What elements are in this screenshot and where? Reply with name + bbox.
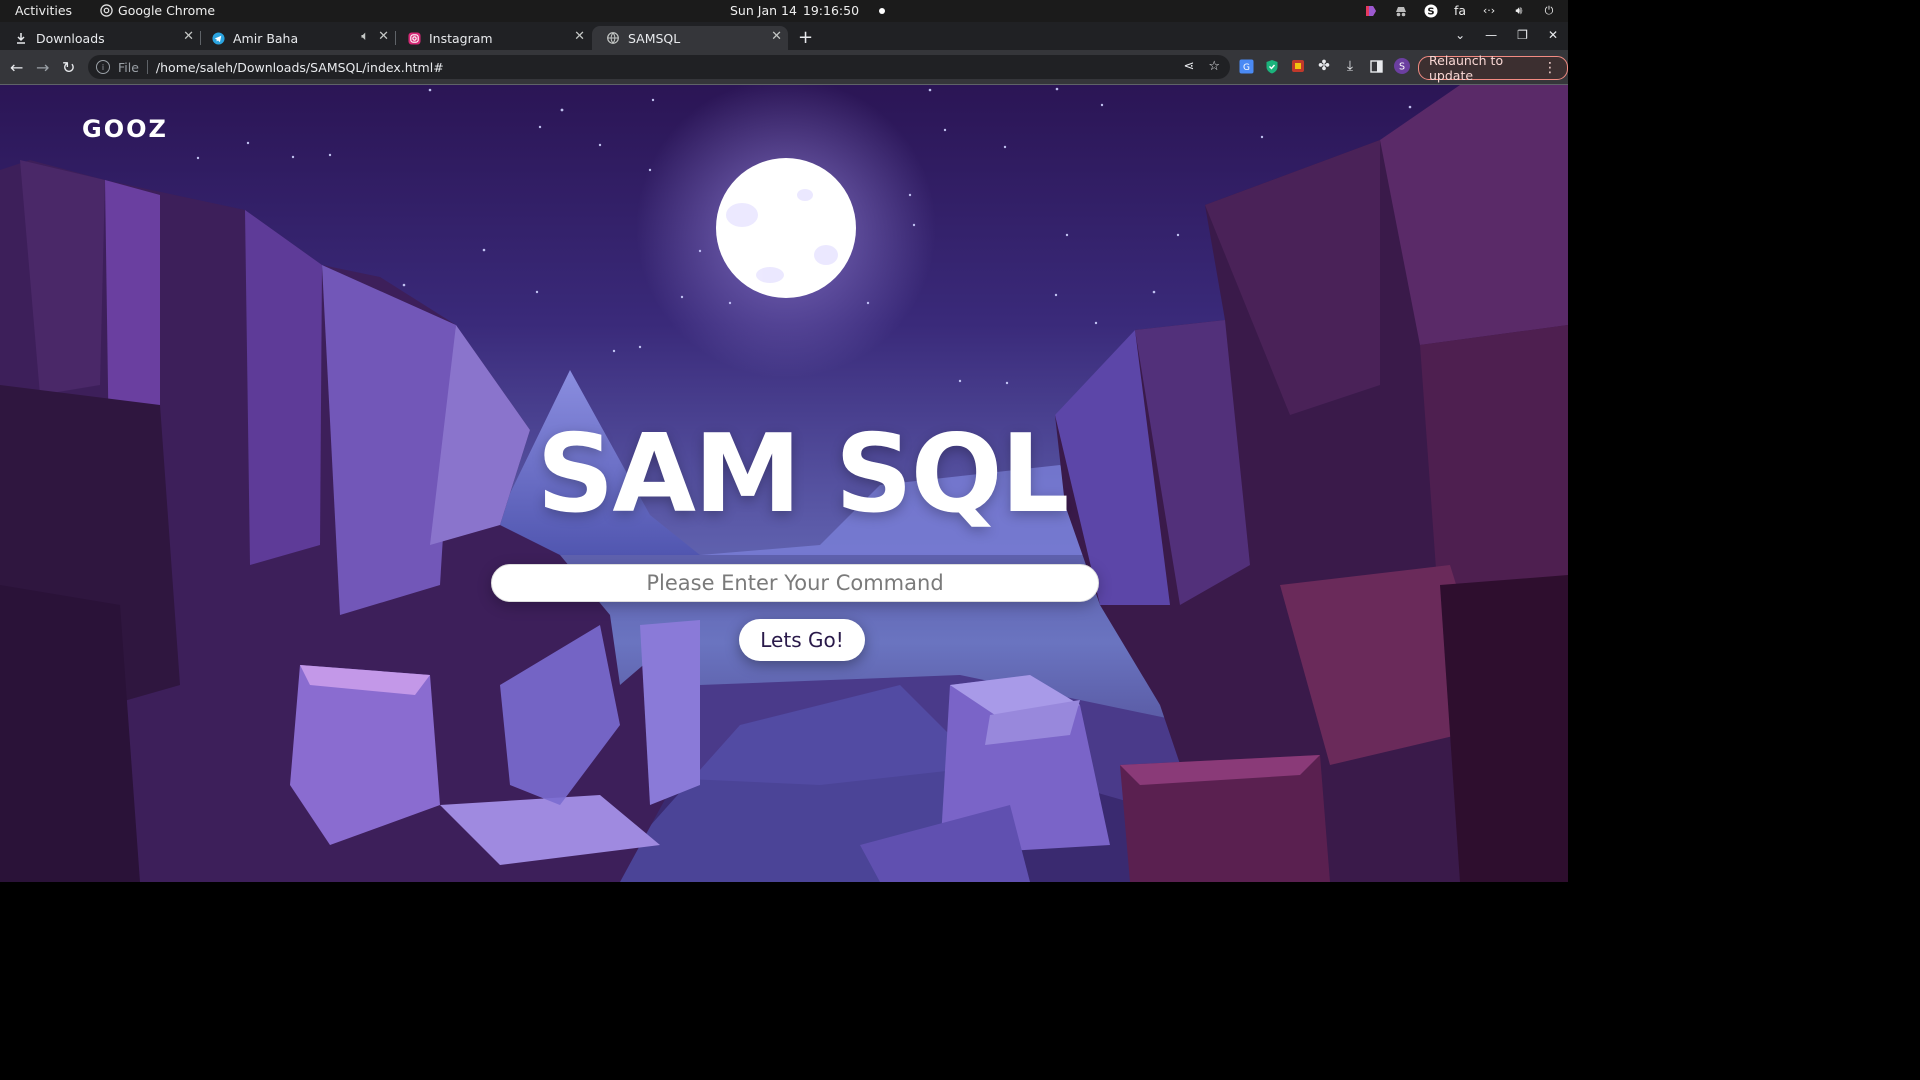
share-icon[interactable]: ⋖ <box>1183 59 1194 74</box>
activities-button[interactable]: Activities <box>15 3 72 18</box>
app-menu[interactable]: Google Chrome <box>100 3 215 18</box>
minimize-icon[interactable]: — <box>1485 28 1497 42</box>
tab-search-chevron-icon[interactable]: ⌄ <box>1455 28 1465 42</box>
svg-text:S: S <box>1399 62 1405 73</box>
url-text[interactable]: /home/saleh/Downloads/SAMSQL/index.html# <box>156 60 444 75</box>
new-tab-button[interactable]: + <box>798 27 813 48</box>
power-icon[interactable]: ⏻ <box>1542 4 1556 18</box>
forward-icon[interactable]: → <box>36 58 49 77</box>
red-extension-icon[interactable] <box>1290 58 1306 74</box>
restore-icon[interactable]: ❐ <box>1517 28 1528 42</box>
volume-icon[interactable]: 🔊︎ <box>1512 4 1526 18</box>
avatar[interactable]: S <box>1394 58 1410 74</box>
skype-icon[interactable]: S <box>1424 4 1438 18</box>
close-icon[interactable]: ✕ <box>378 29 389 44</box>
telegram-icon <box>211 31 225 45</box>
back-icon[interactable]: ← <box>10 58 23 77</box>
globe-icon <box>606 31 620 45</box>
app-name: Google Chrome <box>118 3 216 18</box>
page-title: SAM SQL <box>0 421 1568 529</box>
google-translate-icon[interactable]: G <box>1238 58 1254 74</box>
close-icon[interactable]: ✕ <box>183 29 194 44</box>
url-scheme-label: File <box>118 59 139 75</box>
clock-date: Sun Jan 14 <box>730 3 797 18</box>
kebab-menu-icon[interactable]: ⋮ <box>1543 60 1557 76</box>
tab-label: SAMSQL <box>628 30 681 46</box>
page-title-text: SAM SQL <box>536 412 1070 537</box>
tab-instagram[interactable]: Instagram ✕ <box>393 26 591 50</box>
chrome-icon <box>100 4 113 17</box>
relaunch-button[interactable]: Relaunch to update ⋮ <box>1418 53 1568 83</box>
tab-samsql[interactable]: SAMSQL ✕ <box>592 26 788 50</box>
notification-dot <box>879 7 886 14</box>
audio-playing-icon[interactable]: 🔈︎ <box>361 29 369 44</box>
browser-toolbar: ← → ↻ i File /home/saleh/Downloads/SAMSQ… <box>0 50 1568 85</box>
keyboard-layout[interactable]: fa <box>1454 3 1466 18</box>
lets-go-button[interactable]: Lets Go! <box>739 619 865 661</box>
shield-extension-icon[interactable] <box>1264 58 1280 74</box>
reload-icon[interactable]: ↻ <box>62 58 75 77</box>
relaunch-label: Relaunch to update <box>1429 53 1504 83</box>
tab-strip: Downloads ✕ Amir Baha 🔈︎ ✕ Instagram ✕ S… <box>0 22 1568 50</box>
close-icon[interactable]: ✕ <box>771 29 782 44</box>
downloads-icon[interactable]: ⤓ <box>1342 58 1358 74</box>
window-controls: ⌄ — ❐ ✕ <box>1455 28 1558 42</box>
side-panel-icon[interactable] <box>1368 58 1384 74</box>
tab-amir-baha[interactable]: Amir Baha 🔈︎ ✕ <box>197 26 396 50</box>
svg-text:S: S <box>1427 6 1434 17</box>
page-viewport: GOOZ SAM SQL Lets Go! <box>0 85 1568 882</box>
address-bar[interactable]: i File /home/saleh/Downloads/SAMSQL/inde… <box>88 55 1230 79</box>
svg-text:G: G <box>1243 63 1250 73</box>
url-divider <box>146 60 148 74</box>
clock[interactable]: Sun Jan 14 19:16:50 <box>730 3 886 18</box>
clock-time: 19:16:50 <box>802 3 860 18</box>
instagram-icon <box>407 31 421 45</box>
system-top-bar: Activities Google Chrome Sun Jan 14 19:1… <box>0 0 1568 22</box>
tab-downloads[interactable]: Downloads ✕ <box>0 26 201 50</box>
tab-label: Downloads <box>36 30 105 46</box>
close-icon[interactable]: ✕ <box>574 29 585 44</box>
site-info-icon[interactable]: i <box>96 60 110 74</box>
tab-label: Instagram <box>429 30 493 46</box>
bookmark-star-icon[interactable]: ☆ <box>1208 59 1220 74</box>
colorpicker-icon[interactable] <box>1364 4 1378 18</box>
site-logo[interactable]: GOOZ <box>82 115 168 143</box>
window-close-icon[interactable]: ✕ <box>1548 28 1558 42</box>
moon <box>716 158 856 298</box>
incognito-icon[interactable] <box>1394 4 1408 18</box>
tab-label: Amir Baha <box>233 30 299 46</box>
command-input[interactable] <box>491 564 1099 602</box>
network-icon[interactable]: ‹·› <box>1482 4 1496 18</box>
system-tray[interactable]: S fa ‹·› 🔊︎ ⏻ <box>1364 3 1556 18</box>
extensions-puzzle-icon[interactable]: ✤ <box>1316 58 1332 74</box>
download-icon <box>14 31 28 45</box>
